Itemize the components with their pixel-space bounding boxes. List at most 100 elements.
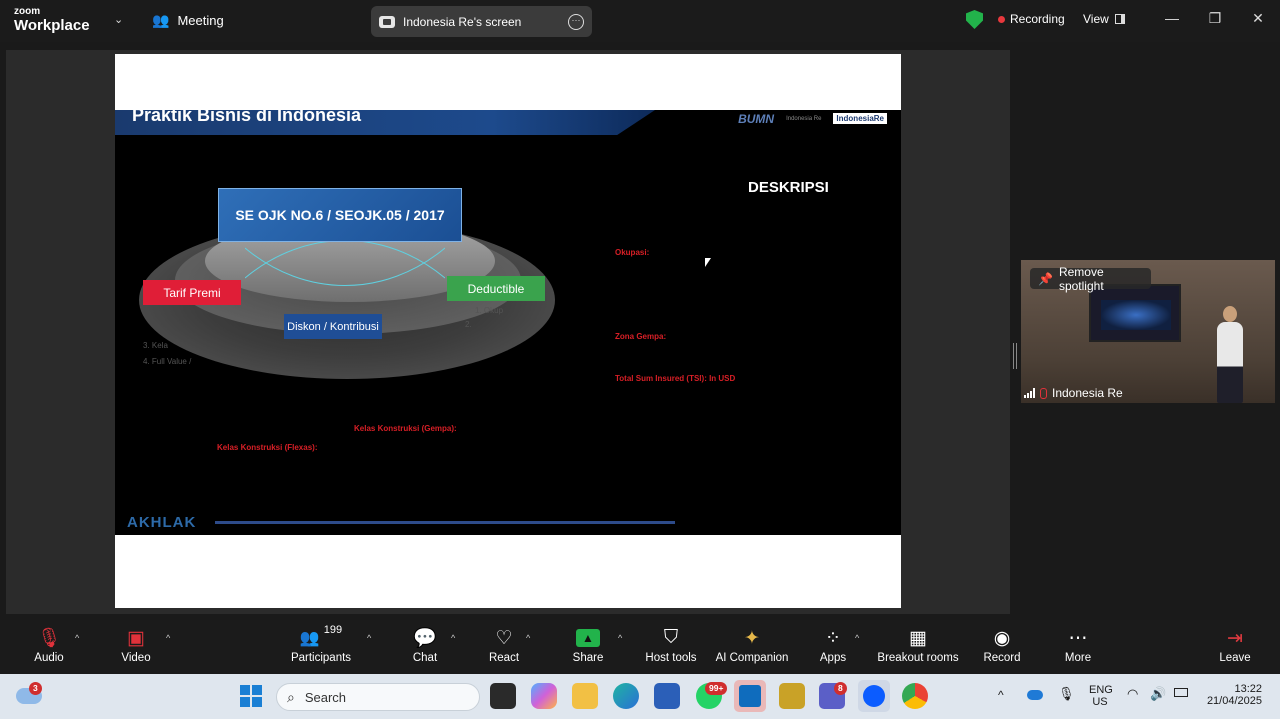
- tray-overflow-icon[interactable]: ^: [998, 688, 1004, 702]
- microsoft-store-icon[interactable]: [654, 683, 680, 709]
- host-shield-icon: ⛉: [663, 627, 679, 648]
- copilot-icon[interactable]: [531, 683, 557, 709]
- ellipsis-icon: ⋯: [1068, 627, 1088, 649]
- chat-icon: 💬: [413, 628, 437, 649]
- chat-options-caret-icon[interactable]: ^: [451, 633, 455, 643]
- clock[interactable]: 13:22 21/04/2025: [1204, 683, 1262, 707]
- participants-button[interactable]: 👥 199 Participants: [288, 624, 354, 664]
- video-tv-screen: [1101, 300, 1171, 330]
- language-line2: US: [1092, 696, 1108, 708]
- share-options-caret-icon[interactable]: ^: [618, 633, 622, 643]
- task-view-icon[interactable]: [490, 683, 516, 709]
- logo-line1: zoom: [14, 6, 41, 17]
- deskripsi-heading: DESKRIPSI: [748, 179, 829, 196]
- signal-bars-icon: [1024, 388, 1035, 398]
- close-icon[interactable]: ✕: [1250, 10, 1266, 26]
- participants-count: 199: [323, 624, 343, 636]
- wifi-icon[interactable]: ◠: [1127, 686, 1138, 702]
- share-icon: ▲: [576, 629, 600, 647]
- breakout-rooms-button[interactable]: ▦ Breakout rooms: [876, 624, 960, 665]
- chrome-icon[interactable]: [902, 683, 928, 709]
- share-button[interactable]: ▲ Share: [570, 624, 606, 664]
- chevron-down-icon[interactable]: ⌄: [114, 13, 123, 26]
- view-button[interactable]: View: [1083, 12, 1125, 26]
- edge-browser-icon[interactable]: [613, 683, 639, 709]
- windows-start-icon[interactable]: [240, 685, 262, 707]
- deductible-ribbon: Deductible: [447, 276, 545, 301]
- screen-share-pill[interactable]: Indonesia Re's screen ···: [371, 6, 592, 37]
- outlook-active-icon[interactable]: [734, 680, 766, 712]
- apps-label: Apps: [819, 652, 847, 664]
- regulation-box: SE OJK NO.6 / SEOJK.05 / 2017: [218, 188, 462, 242]
- minimize-icon[interactable]: —: [1164, 10, 1180, 26]
- ai-companion-label: AI Companion: [715, 652, 789, 664]
- onedrive-icon[interactable]: [1027, 690, 1043, 700]
- battery-icon[interactable]: [1174, 688, 1188, 697]
- video-options-caret-icon[interactable]: ^: [166, 633, 170, 643]
- remove-spotlight-button[interactable]: 📌 Remove spotlight: [1030, 265, 1151, 293]
- muted-microphone-icon: 🎙: [36, 628, 62, 649]
- chat-button[interactable]: 💬 Chat: [408, 624, 442, 664]
- elo-app-icon[interactable]: [779, 683, 805, 709]
- language-line1: ENG: [1089, 684, 1113, 696]
- platform-curves: [245, 240, 445, 286]
- video-off-icon: ▣: [127, 627, 145, 649]
- windows-taskbar: [0, 674, 1280, 719]
- more-button[interactable]: ⋯ More: [1060, 624, 1096, 665]
- record-label: Record: [983, 652, 1021, 664]
- clock-date: 21/04/2025: [1206, 695, 1262, 707]
- leave-button[interactable]: ⇥ Leave: [1216, 624, 1254, 665]
- apps-icon: ⁘: [825, 627, 841, 649]
- grid-icon: ▦: [909, 627, 927, 649]
- tsi-label: Total Sum Insured (TSI): In USD: [615, 374, 736, 383]
- record-button[interactable]: ◉ Record: [982, 624, 1022, 665]
- react-options-caret-icon[interactable]: ^: [526, 633, 530, 643]
- audio-button[interactable]: 🎙 Audio: [28, 624, 70, 664]
- host-tools-label: Host tools: [645, 652, 697, 664]
- more-options-icon[interactable]: ···: [568, 13, 584, 30]
- recording-label: Recording: [1010, 12, 1065, 26]
- chat-label: Chat: [412, 652, 438, 664]
- react-button[interactable]: ♡ React: [486, 624, 522, 665]
- taskbar-search[interactable]: ⌕ Search: [276, 683, 480, 711]
- muted-mic-icon: [1040, 387, 1047, 399]
- zoom-active-icon[interactable]: [858, 680, 890, 712]
- leave-door-icon: ⇥: [1227, 627, 1243, 649]
- more-label: More: [1064, 652, 1092, 664]
- video-tv: [1089, 284, 1181, 342]
- ghost-text-4: 4. Full Value /: [143, 357, 192, 366]
- microphone-tray-icon[interactable]: 🎙: [1058, 686, 1075, 702]
- heart-icon: ♡: [495, 627, 513, 649]
- language-indicator[interactable]: ENG US: [1089, 684, 1113, 708]
- file-explorer-icon[interactable]: [572, 683, 598, 709]
- ghost-text-3: 3. Kela: [143, 341, 168, 350]
- audio-options-caret-icon[interactable]: ^: [75, 633, 79, 643]
- view-layout-icon: [1114, 14, 1125, 24]
- ghost-text-2: 2.: [465, 320, 472, 329]
- share-icon-wrap: ▲: [570, 624, 606, 652]
- volume-icon[interactable]: 🔊: [1150, 686, 1166, 702]
- mouse-cursor-icon: [705, 258, 711, 267]
- share-label: Share: [572, 652, 604, 664]
- slide-logos: BUMN Indonesia Re IndonesiaRe: [738, 110, 887, 127]
- video-label: Video: [121, 652, 151, 664]
- whatsapp-badge: 99+: [705, 682, 728, 695]
- meeting-info-button[interactable]: 👥 Meeting: [152, 12, 224, 29]
- apps-button[interactable]: ⁘ Apps: [815, 624, 851, 665]
- remove-spotlight-label: Remove spotlight: [1058, 264, 1104, 293]
- apps-options-caret-icon[interactable]: ^: [855, 633, 859, 643]
- video-button[interactable]: ▣ Video: [115, 624, 157, 665]
- restore-icon[interactable]: ❐: [1207, 10, 1223, 26]
- tarif-premi-ribbon: Tarif Premi: [143, 280, 241, 305]
- ai-companion-button[interactable]: ✦ AI Companion: [714, 624, 790, 665]
- akhlak-logo: AKHLAK: [127, 514, 197, 531]
- react-label: React: [488, 652, 520, 664]
- host-tools-button[interactable]: ⛉ Host tools: [642, 624, 700, 664]
- zoom-workplace-logo[interactable]: zoom Workplace: [14, 6, 90, 34]
- logo-line2: Workplace: [14, 17, 90, 34]
- search-icon: ⌕: [287, 688, 295, 705]
- participants-options-caret-icon[interactable]: ^: [367, 633, 371, 643]
- recording-dot-icon: [998, 15, 1005, 23]
- recording-indicator[interactable]: Recording: [998, 12, 1065, 26]
- panel-resize-handle[interactable]: [1013, 343, 1017, 369]
